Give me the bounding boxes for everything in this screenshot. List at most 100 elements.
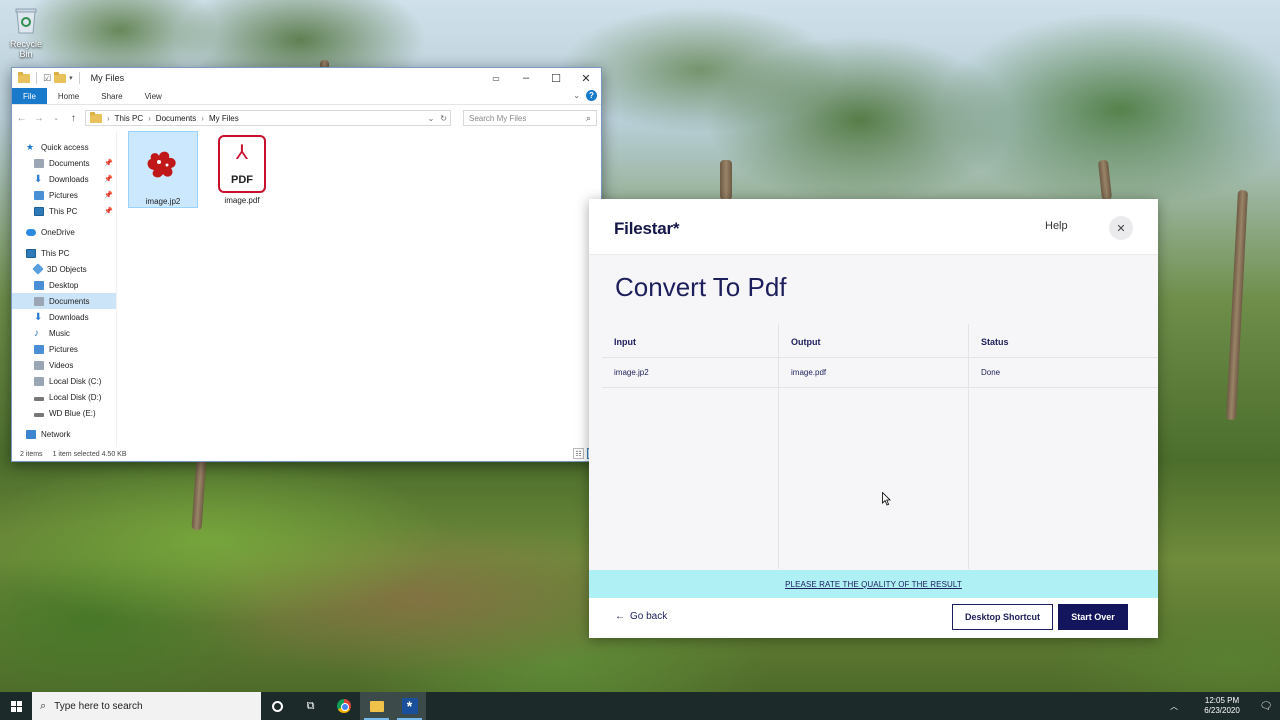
nav-qa-documents[interactable]: Documents 📌 bbox=[12, 155, 116, 171]
desktop-shortcut-button[interactable]: Desktop Shortcut bbox=[952, 604, 1053, 630]
tab-view[interactable]: View bbox=[134, 88, 173, 104]
row-output-file[interactable]: image.pdf bbox=[791, 368, 826, 377]
rate-quality-link[interactable]: PLEASE RATE THE QUALITY OF THE RESULT bbox=[785, 580, 962, 589]
cast-icon[interactable]: ▭ bbox=[481, 68, 511, 88]
nav-quick-access[interactable]: ★ Quick access bbox=[12, 139, 116, 155]
minimize-button[interactable]: – bbox=[511, 68, 541, 88]
nav-wd-blue-e[interactable]: WD Blue (E:) bbox=[12, 405, 116, 421]
conversion-table: Input Output Status image.jp2 image.pdf … bbox=[602, 324, 1158, 569]
nav-network[interactable]: Network bbox=[12, 426, 116, 442]
nav-3d-objects[interactable]: 3D Objects bbox=[12, 261, 116, 277]
cortana-button[interactable] bbox=[261, 692, 294, 720]
quick-access-toolbar: ☑ ▾ bbox=[18, 71, 83, 84]
palm-trunk bbox=[1225, 189, 1249, 421]
properties-icon[interactable]: ☑ bbox=[43, 73, 51, 84]
music-icon: ♪ bbox=[34, 327, 39, 339]
explorer-status-bar: 2 items 1 item selected 4.50 KB ☷ ▣ bbox=[12, 447, 601, 461]
task-view-icon: ⧉ bbox=[306, 699, 315, 712]
breadcrumb-my-files[interactable]: My Files bbox=[209, 114, 239, 123]
nav-downloads[interactable]: ⬇ Downloads bbox=[12, 309, 116, 325]
pictures-icon bbox=[34, 344, 44, 354]
clock-time: 12:05 PM bbox=[1204, 696, 1240, 705]
pin-icon: 📌 bbox=[104, 192, 113, 199]
column-header-status: Status bbox=[981, 337, 1009, 347]
nav-qa-pictures[interactable]: Pictures 📌 bbox=[12, 187, 116, 203]
nav-qa-this-pc[interactable]: This PC 📌 bbox=[12, 203, 116, 219]
nav-music[interactable]: ♪ Music bbox=[12, 325, 116, 341]
close-icon[interactable]: ✕ bbox=[1109, 216, 1133, 240]
ribbon-tabs: File Home Share View ⌄ ? bbox=[12, 88, 601, 105]
tab-file[interactable]: File bbox=[12, 88, 47, 104]
mouse-cursor-icon bbox=[882, 492, 891, 506]
pin-icon: 📌 bbox=[104, 208, 113, 215]
nav-local-disk-c[interactable]: Local Disk (C:) bbox=[12, 373, 116, 389]
show-hidden-icons-icon[interactable]: ︿ bbox=[1170, 701, 1178, 712]
file-explorer-taskbar-button[interactable] bbox=[360, 692, 393, 720]
taskbar-search-input[interactable]: ⌕ Type here to search bbox=[32, 692, 261, 720]
filestar-logo: Filestar* bbox=[614, 219, 680, 238]
search-icon: ⌕ bbox=[585, 112, 591, 123]
row-input-file: image.jp2 bbox=[614, 368, 649, 377]
breadcrumb-documents[interactable]: Documents bbox=[156, 114, 196, 123]
downloads-icon: ⬇ bbox=[34, 173, 43, 185]
recent-locations-icon[interactable]: ⌄ bbox=[51, 114, 62, 122]
column-header-output: Output bbox=[791, 337, 821, 347]
column-header-input: Input bbox=[614, 337, 636, 347]
customize-toolbar-icon[interactable]: ▾ bbox=[69, 74, 73, 82]
breadcrumb-this-pc[interactable]: This PC bbox=[115, 114, 143, 123]
nav-this-pc[interactable]: This PC bbox=[12, 245, 116, 261]
start-button[interactable] bbox=[0, 692, 32, 720]
arrow-left-icon: ← bbox=[615, 611, 625, 622]
start-over-button[interactable]: Start Over bbox=[1058, 604, 1128, 630]
nav-desktop[interactable]: Desktop bbox=[12, 277, 116, 293]
task-view-button[interactable]: ⧉ bbox=[294, 692, 327, 720]
up-arrow-icon[interactable]: ↑ bbox=[68, 113, 79, 124]
back-arrow-icon[interactable]: ← bbox=[16, 113, 27, 124]
star-icon: ★ bbox=[26, 141, 35, 152]
close-button[interactable]: ✕ bbox=[571, 68, 601, 88]
tab-home[interactable]: Home bbox=[47, 88, 90, 104]
search-icon: ⌕ bbox=[40, 699, 47, 712]
details-view-icon[interactable]: ☷ bbox=[573, 448, 584, 459]
go-back-button[interactable]: ← Go back bbox=[615, 611, 667, 622]
system-tray: ︿ 12:05 PM 6/23/2020 🗨 bbox=[1170, 692, 1280, 720]
chrome-icon bbox=[336, 699, 351, 713]
help-link[interactable]: Help bbox=[1045, 220, 1068, 232]
file-item-image-jp2[interactable]: image.jp2 bbox=[128, 131, 198, 208]
maximize-button[interactable]: ☐ bbox=[541, 68, 571, 88]
address-bar-row: ← → ⌄ ↑ › This PC › Documents › My Files… bbox=[12, 105, 601, 131]
pdf-file-icon: ⅄ PDF bbox=[218, 135, 266, 193]
cloud-icon bbox=[26, 228, 36, 236]
nav-qa-downloads[interactable]: ⬇ Downloads 📌 bbox=[12, 171, 116, 187]
chrome-taskbar-button[interactable] bbox=[327, 692, 360, 720]
recycle-bin-shortcut[interactable]: Recycle Bin bbox=[4, 6, 48, 59]
filestar-taskbar-button[interactable]: * bbox=[393, 692, 426, 720]
notifications-icon[interactable]: 🗨 bbox=[1252, 701, 1280, 712]
clock[interactable]: 12:05 PM 6/23/2020 bbox=[1192, 696, 1252, 716]
new-folder-icon[interactable] bbox=[54, 71, 67, 83]
refresh-icon[interactable]: ↻ bbox=[440, 114, 447, 123]
nav-onedrive[interactable]: OneDrive bbox=[12, 224, 116, 240]
nav-videos[interactable]: Videos bbox=[12, 357, 116, 373]
navigation-pane: ★ Quick access Documents 📌 ⬇ Downloads 📌… bbox=[12, 131, 117, 447]
explorer-body: ★ Quick access Documents 📌 ⬇ Downloads 📌… bbox=[12, 131, 601, 447]
address-dropdown-icon[interactable]: ⌄ bbox=[428, 114, 435, 123]
explorer-titlebar[interactable]: ☑ ▾ My Files ▭ – ☐ ✕ bbox=[12, 68, 601, 88]
search-placeholder: Search My Files bbox=[469, 113, 527, 123]
tab-share[interactable]: Share bbox=[90, 88, 133, 104]
nav-local-disk-d[interactable]: Local Disk (D:) bbox=[12, 389, 116, 405]
acrobat-icon: ⅄ bbox=[235, 142, 249, 164]
search-input[interactable]: Search My Files ⌕ bbox=[463, 110, 597, 126]
address-bar[interactable]: › This PC › Documents › My Files ⌄ ↻ bbox=[85, 110, 451, 126]
nav-documents[interactable]: Documents bbox=[12, 293, 116, 309]
expand-ribbon-icon[interactable]: ⌄ bbox=[573, 91, 580, 100]
recycle-bin-icon bbox=[15, 8, 37, 34]
help-icon[interactable]: ? bbox=[586, 90, 597, 101]
videos-icon bbox=[34, 360, 44, 370]
windows-logo-icon bbox=[10, 700, 22, 712]
taskbar-search-placeholder: Type here to search bbox=[54, 700, 143, 712]
palm-trunk bbox=[1097, 159, 1113, 201]
nav-pictures[interactable]: Pictures bbox=[12, 341, 116, 357]
file-item-image-pdf[interactable]: ⅄ PDF image.pdf bbox=[207, 131, 277, 208]
forward-arrow-icon[interactable]: → bbox=[33, 113, 44, 124]
